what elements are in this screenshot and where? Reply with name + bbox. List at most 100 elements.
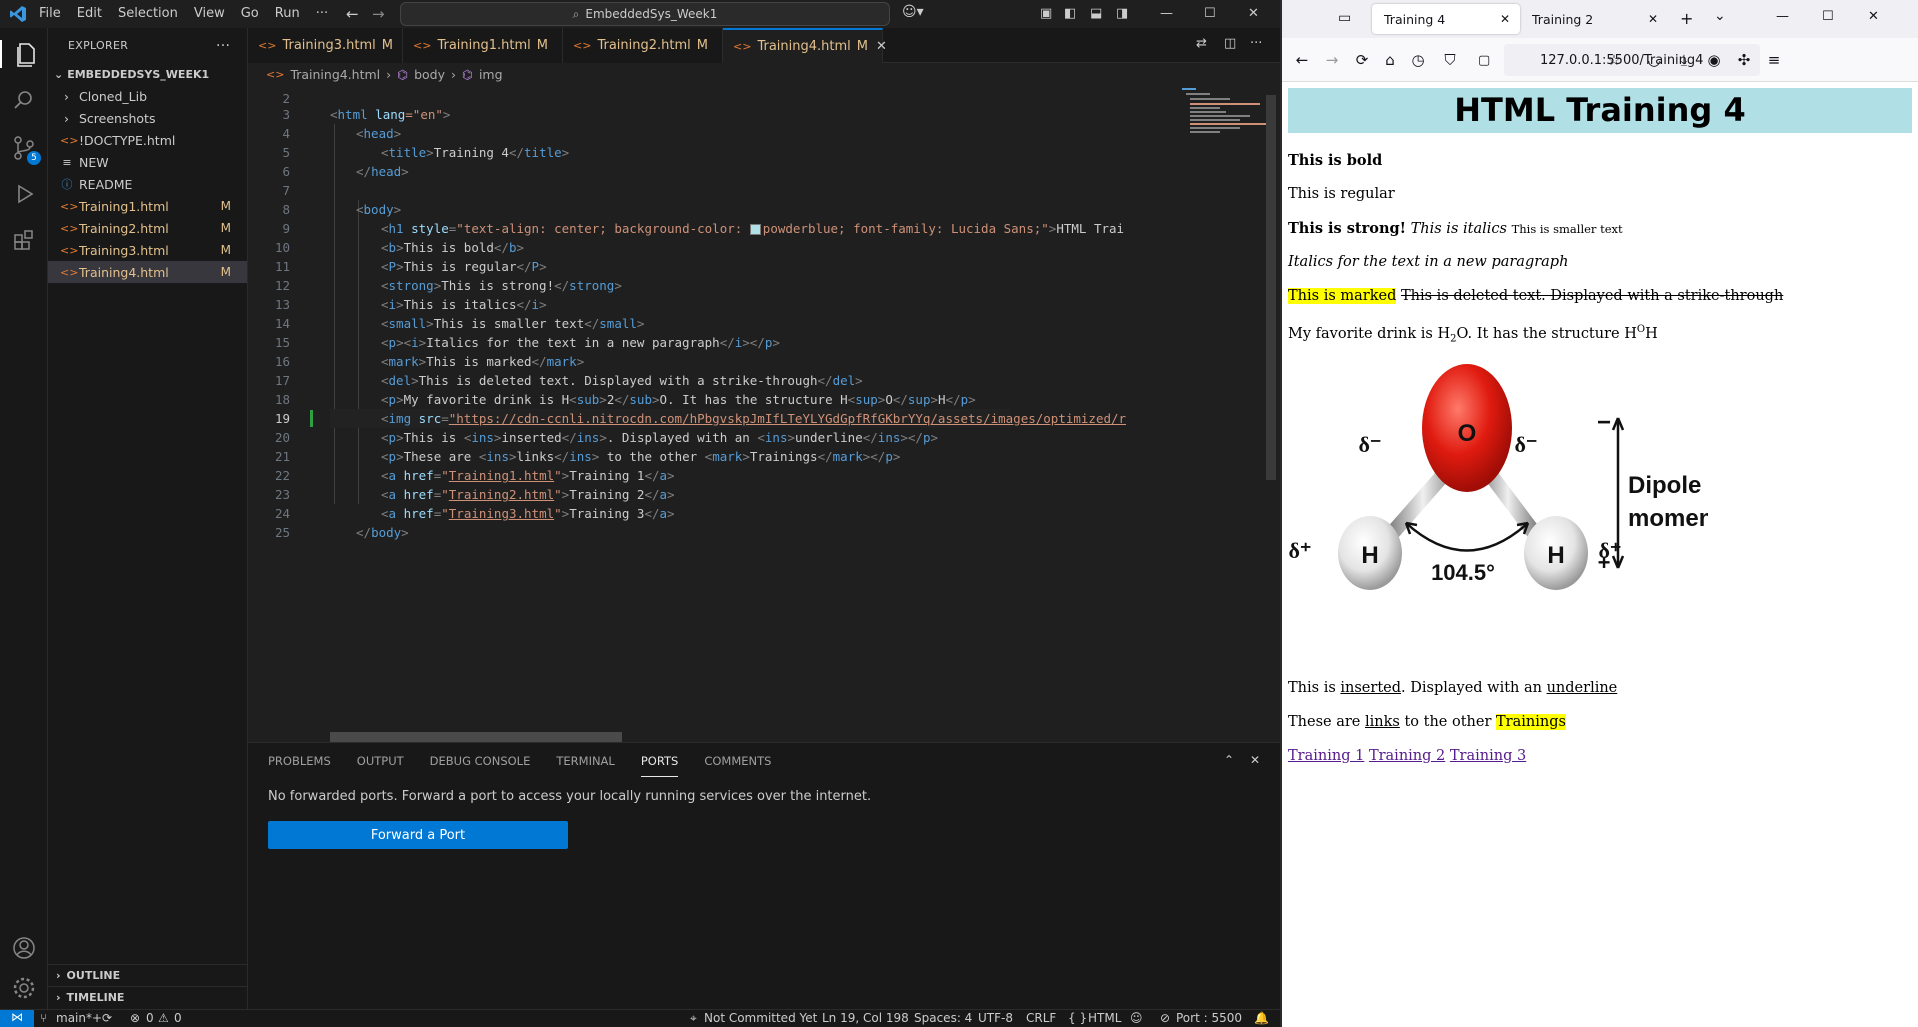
command-center[interactable]: ⌕ EmbeddedSys_Week1 xyxy=(400,2,890,26)
forward-port-button[interactable]: Forward a Port xyxy=(268,821,568,849)
compare-changes-icon[interactable]: ⇄ xyxy=(1196,36,1207,51)
toggle-sidebar-icon[interactable]: ◧ xyxy=(1064,6,1076,21)
menu-hamburger-icon[interactable]: ≡ xyxy=(1764,50,1784,70)
encoding[interactable]: UTF-8 xyxy=(978,1011,1013,1025)
editor-more-icon[interactable]: ··· xyxy=(1250,36,1262,51)
minimap[interactable] xyxy=(1152,85,1272,737)
tab-comments[interactable]: COMMENTS xyxy=(704,754,771,768)
warning-count[interactable]: 0 xyxy=(174,1011,182,1025)
menu-file[interactable]: File xyxy=(31,0,69,28)
language-mode[interactable]: HTML xyxy=(1088,1011,1121,1025)
reload-icon[interactable]: ⟳ xyxy=(1352,50,1372,70)
home-icon[interactable]: ⌂ xyxy=(1380,50,1400,70)
menu-go[interactable]: Go xyxy=(233,0,267,28)
breadcrumb-body[interactable]: body xyxy=(414,67,445,82)
copilot-status-icon[interactable]: ☺ xyxy=(1130,1011,1143,1025)
run-debug-icon[interactable] xyxy=(10,180,38,208)
maximize-icon[interactable]: ☐ xyxy=(1204,6,1216,21)
tree-item-doctype[interactable]: <> !DOCTYPE.html xyxy=(48,129,247,151)
account-icon[interactable]: ◉ xyxy=(1704,50,1724,70)
browser-tab-training4[interactable]: Training 4 ✕ xyxy=(1372,4,1520,34)
bookmark-star-icon[interactable]: ☆ xyxy=(1604,50,1624,70)
outline-section[interactable]: › OUTLINE xyxy=(48,964,248,986)
tab-training2[interactable]: <> Training2.html M xyxy=(563,28,723,63)
firefox-view-icon[interactable]: ▭ xyxy=(1338,10,1351,26)
close-window-icon[interactable]: ✕ xyxy=(1868,9,1879,24)
line-ending[interactable]: CRLF xyxy=(1026,1011,1056,1025)
tree-item-readme[interactable]: ⓘ README xyxy=(48,173,247,195)
history-clock-icon[interactable]: ◷ xyxy=(1408,50,1428,70)
layout-customize-icon[interactable]: ▣ xyxy=(1040,6,1052,21)
workspace-folder[interactable]: ⌄ EMBEDDEDSYS_WEEK1 xyxy=(48,63,247,85)
tab-training3[interactable]: <> Training3.html M xyxy=(248,28,403,63)
new-tab-icon[interactable]: + xyxy=(1680,9,1693,28)
vertical-scrollbar[interactable] xyxy=(1266,95,1276,480)
split-editor-icon[interactable]: ◫ xyxy=(1224,36,1236,51)
explorer-icon[interactable] xyxy=(0,40,48,68)
close-tab-icon[interactable]: ✕ xyxy=(1648,12,1658,26)
tree-item-training1[interactable]: <> Training1.html M xyxy=(48,195,247,217)
downloads-icon[interactable]: ⤓ xyxy=(1674,50,1694,70)
tree-item-cloned-lib[interactable]: › Cloned_Lib xyxy=(48,85,247,107)
tree-item-training3[interactable]: <> Training3.html M xyxy=(48,239,247,261)
close-window-icon[interactable]: ✕ xyxy=(1248,6,1259,21)
forward-arrow-icon[interactable]: → xyxy=(372,5,385,23)
branch-name[interactable]: main*+ xyxy=(56,1011,102,1025)
close-tab-icon[interactable]: ✕ xyxy=(1500,12,1510,26)
code-editor[interactable]: 2 3 4 5 6 7 8 9 10 11 12 13 14 15 16 17 … xyxy=(248,85,1148,737)
close-tab-icon[interactable]: ✕ xyxy=(876,39,887,54)
indentation[interactable]: Spaces: 4 xyxy=(914,1011,972,1025)
accounts-icon[interactable] xyxy=(10,934,38,962)
menu-edit[interactable]: Edit xyxy=(69,0,110,28)
menu-more[interactable]: ··· xyxy=(308,0,336,28)
maximize-panel-icon[interactable]: ⌃ xyxy=(1224,753,1234,767)
tree-item-screenshots[interactable]: › Screenshots xyxy=(48,107,247,129)
minimize-icon[interactable]: — xyxy=(1776,9,1789,24)
menu-selection[interactable]: Selection xyxy=(110,0,186,28)
link-training1[interactable]: Training 1 xyxy=(1288,748,1364,764)
link-training3[interactable]: Training 3 xyxy=(1450,748,1526,764)
toggle-panel-icon[interactable]: ⬓ xyxy=(1090,6,1102,21)
horizontal-scrollbar[interactable] xyxy=(330,732,622,742)
tab-output[interactable]: OUTPUT xyxy=(357,754,404,768)
extensions-puzzle-icon[interactable]: ✣ xyxy=(1734,50,1754,70)
tab-debug-console[interactable]: DEBUG CONSOLE xyxy=(430,754,531,768)
copilot-icon[interactable]: ☺▾ xyxy=(902,4,924,20)
maximize-icon[interactable]: ☐ xyxy=(1822,9,1834,24)
toggle-secondary-sidebar-icon[interactable]: ◨ xyxy=(1116,6,1128,21)
shield-icon[interactable]: ⛉ xyxy=(1440,50,1460,70)
sync-icon[interactable]: ⟳ xyxy=(102,1011,112,1025)
tab-ports[interactable]: PORTS xyxy=(640,754,679,777)
browser-tab-training2[interactable]: Training 2 ✕ xyxy=(1520,4,1668,34)
page-info-icon[interactable]: ▢ xyxy=(1478,53,1490,68)
error-count[interactable]: 0 xyxy=(146,1011,154,1025)
commit-status[interactable]: Not Committed Yet xyxy=(704,1011,817,1025)
tab-training1[interactable]: <> Training1.html M xyxy=(403,28,563,63)
live-server-port[interactable]: Port : 5500 xyxy=(1176,1011,1242,1025)
search-icon[interactable] xyxy=(10,86,38,114)
menu-run[interactable]: Run xyxy=(267,0,308,28)
tab-terminal[interactable]: TERMINAL xyxy=(556,754,614,768)
minimize-icon[interactable]: — xyxy=(1160,6,1173,21)
source-control-icon[interactable]: 5 xyxy=(10,134,41,165)
tab-problems[interactable]: PROBLEMS xyxy=(268,754,331,768)
timeline-section[interactable]: › TIMELINE xyxy=(48,986,248,1008)
list-tabs-chevron-icon[interactable]: ⌄ xyxy=(1714,8,1726,24)
pocket-icon[interactable]: ◡ xyxy=(1644,50,1664,70)
back-arrow-icon[interactable]: ← xyxy=(1292,50,1312,70)
notifications-bell-icon[interactable]: 🔔 xyxy=(1254,1011,1269,1025)
breadcrumb-file[interactable]: Training4.html xyxy=(290,67,380,82)
manage-gear-icon[interactable] xyxy=(10,974,38,1002)
tree-item-training2[interactable]: <> Training2.html M xyxy=(48,217,247,239)
back-arrow-icon[interactable]: ← xyxy=(346,5,359,23)
remote-icon[interactable]: ⋈ xyxy=(0,1010,34,1027)
link-training2[interactable]: Training 2 xyxy=(1369,748,1445,764)
tab-training4[interactable]: <> Training4.html M ✕ xyxy=(723,28,887,63)
breadcrumb-img[interactable]: img xyxy=(479,67,503,82)
close-panel-icon[interactable]: ✕ xyxy=(1250,753,1260,767)
cursor-position[interactable]: Ln 19, Col 198 xyxy=(822,1011,909,1025)
tree-item-new[interactable]: ≡ NEW xyxy=(48,151,247,173)
tree-item-training4[interactable]: <> Training4.html M xyxy=(48,261,247,283)
extensions-icon[interactable] xyxy=(10,226,38,254)
more-actions-icon[interactable]: ··· xyxy=(216,38,230,54)
